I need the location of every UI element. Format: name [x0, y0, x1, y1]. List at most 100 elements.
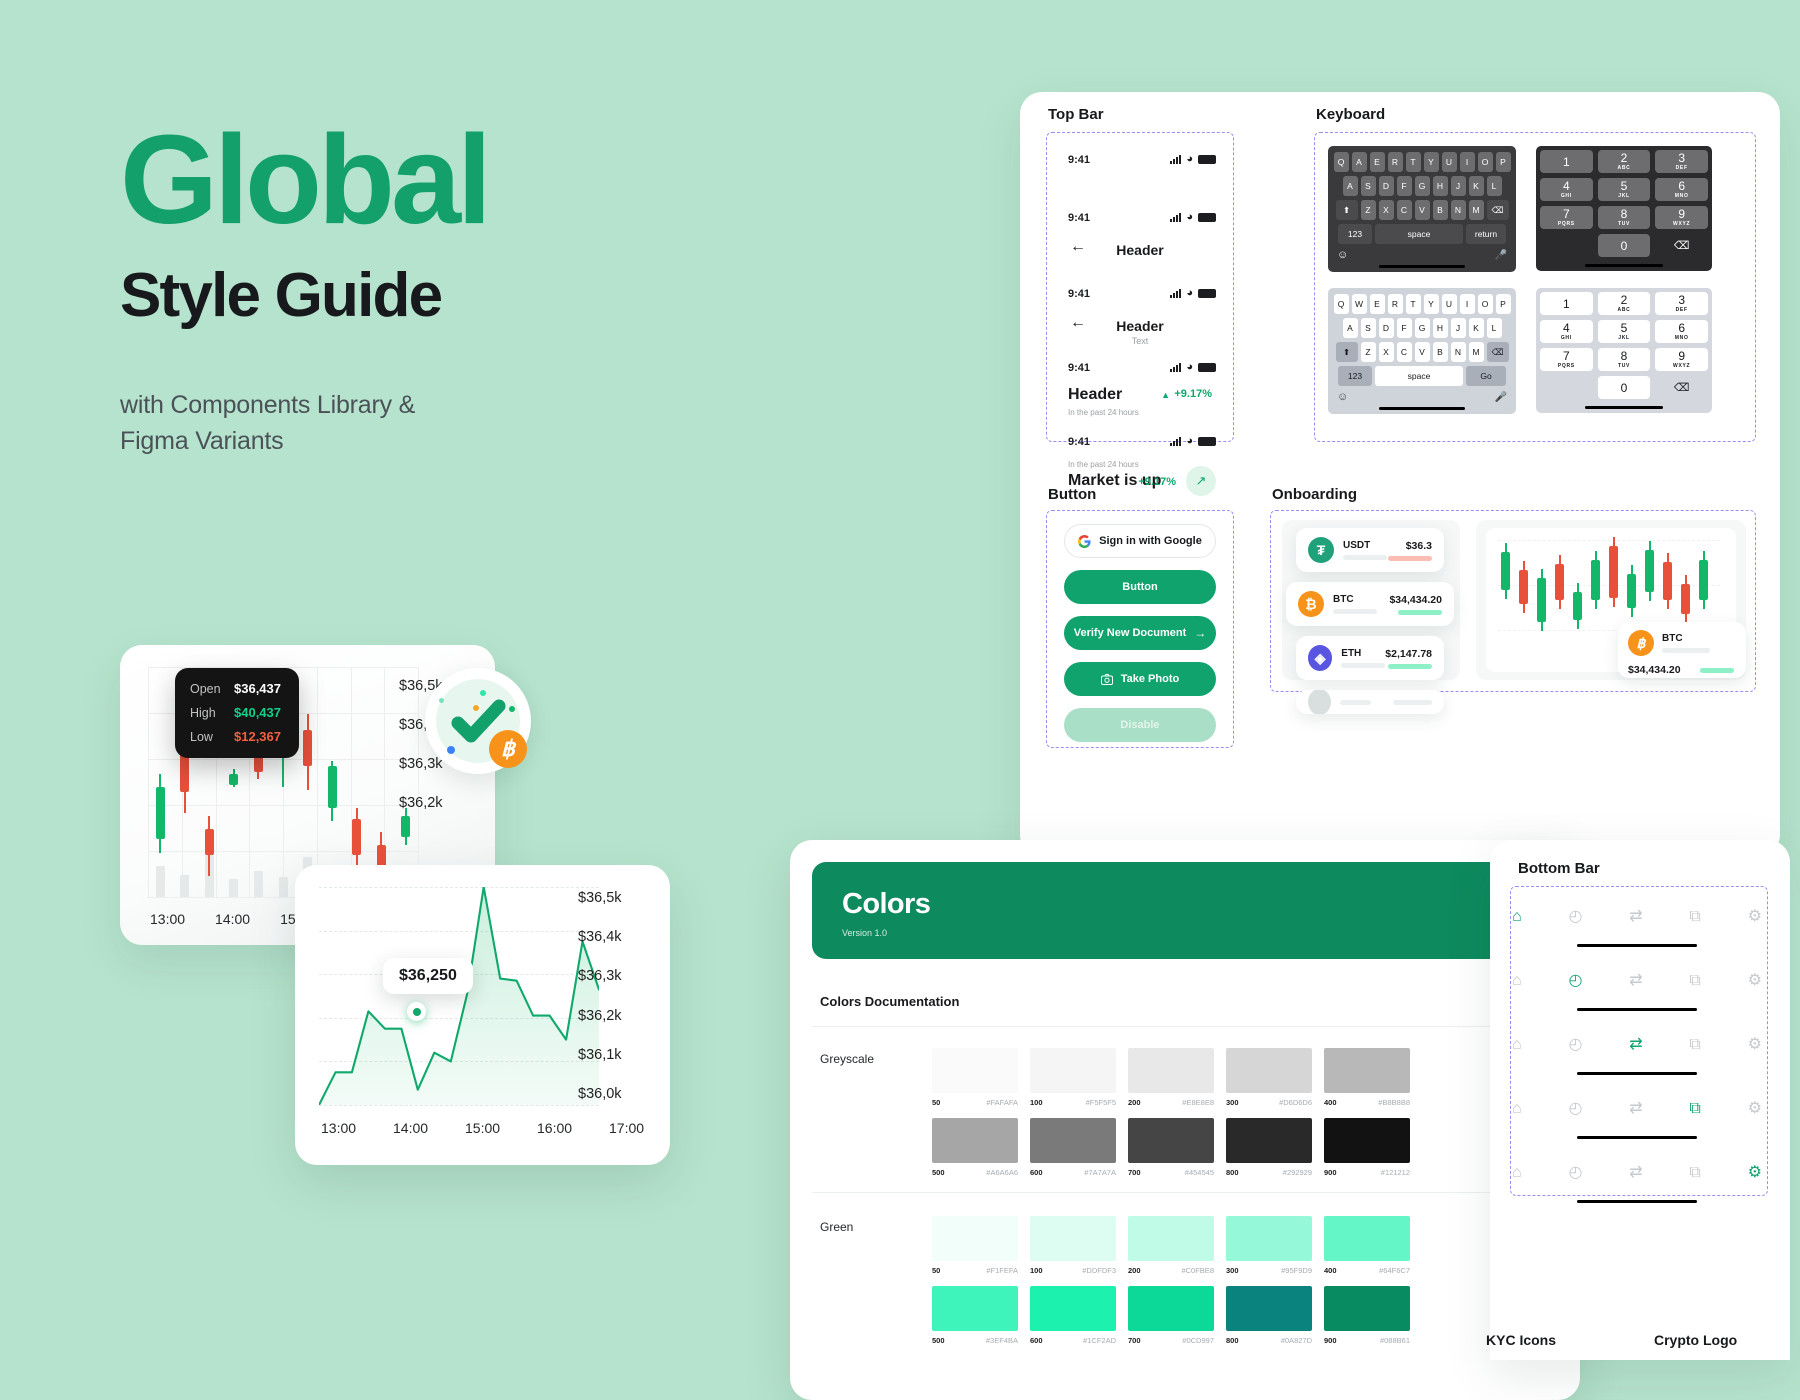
numpad-key-2[interactable]: 2 ABC	[1597, 292, 1651, 315]
swap-icon[interactable]: ⇄	[1629, 909, 1642, 925]
emoji-icon[interactable]: ☺	[1337, 391, 1348, 403]
home-icon[interactable]: ⌂	[1512, 1101, 1522, 1117]
microphone-icon[interactable]: 🎤	[1495, 250, 1507, 261]
key-Y[interactable]: Y	[1423, 294, 1439, 314]
key-return[interactable]: return	[1466, 224, 1506, 244]
color-swatch[interactable]: 900 #121212	[1324, 1118, 1410, 1177]
color-swatch[interactable]: 700 #0CD997	[1128, 1286, 1214, 1345]
key-O[interactable]: O	[1477, 152, 1493, 172]
key-F[interactable]: F	[1396, 176, 1412, 196]
key-Q[interactable]: Q	[1333, 152, 1349, 172]
keyboard[interactable]: Q W E R T Y U I O P A S D F G H J K L ⬆ Z X C V B N M ⌫ 123 space Go ☺ 🎤	[1328, 288, 1516, 414]
numpad-key-7[interactable]: 7 PQRS	[1540, 206, 1593, 229]
color-swatch[interactable]: 600 #7A7A7A	[1030, 1118, 1116, 1177]
color-swatch[interactable]: 300 #95F9D9	[1226, 1216, 1312, 1275]
shift-icon[interactable]: ⬆	[1335, 200, 1358, 220]
clock-icon[interactable]: ◴	[1568, 1101, 1582, 1117]
key-U[interactable]: U	[1441, 152, 1457, 172]
key-G[interactable]: G	[1414, 176, 1430, 196]
key-H[interactable]: H	[1432, 318, 1448, 338]
key-E[interactable]: E	[1369, 152, 1385, 172]
asset-row[interactable]: ₮ USDT $36.3	[1296, 528, 1444, 572]
primary-button[interactable]: Button	[1064, 570, 1216, 604]
asset-row[interactable]: ◈ ETH $2,147.78	[1296, 636, 1444, 680]
clock-icon[interactable]: ◴	[1568, 1165, 1582, 1181]
home-icon[interactable]: ⌂	[1512, 1037, 1522, 1053]
key-I[interactable]: I	[1459, 152, 1475, 172]
key-J[interactable]: J	[1450, 318, 1466, 338]
key-W[interactable]: W	[1351, 294, 1367, 314]
take-photo-button[interactable]: Take Photo	[1064, 662, 1216, 696]
numpad-key-8[interactable]: 8 TUV	[1597, 348, 1651, 371]
key-D[interactable]: D	[1378, 176, 1394, 196]
color-swatch[interactable]: 200 #C0FBE8	[1128, 1216, 1214, 1275]
numpad-key-1[interactable]: 1	[1540, 150, 1593, 173]
key-S[interactable]: S	[1360, 318, 1376, 338]
numpad-key-7[interactable]: 7 PQRS	[1540, 348, 1593, 371]
key-M[interactable]: M	[1468, 200, 1484, 220]
numpad-key-0[interactable]: 0	[1597, 376, 1651, 399]
chart-icon[interactable]: ⧉	[1689, 973, 1700, 989]
color-swatch[interactable]: 600 #1CF2AD	[1030, 1286, 1116, 1345]
key-Z[interactable]: Z	[1360, 200, 1376, 220]
backspace-icon[interactable]: ⌫	[1486, 342, 1509, 362]
keyboard[interactable]: Q A E R T Y U I O P A S D F G H J K L ⬆ Z X C V B N M ⌫ 123 space retu…	[1328, 146, 1516, 272]
swap-icon[interactable]: ⇄	[1629, 1037, 1642, 1053]
asset-row[interactable]: ₿ BTC $34,434.20	[1286, 582, 1454, 626]
color-swatch[interactable]: 300 #D6D6D6	[1226, 1048, 1312, 1107]
color-swatch[interactable]: 100 #DDFDF3	[1030, 1216, 1116, 1275]
gear-icon[interactable]: ⚙	[1748, 909, 1762, 925]
key-A[interactable]: A	[1342, 318, 1358, 338]
numpad-key-6[interactable]: 6 MNO	[1655, 320, 1708, 343]
backspace-icon[interactable]: ⌫	[1655, 376, 1708, 399]
key-S[interactable]: S	[1360, 176, 1376, 196]
numeric-keypad[interactable]: 1 2 ABC 3 DEF 4 GHI 5 JKL 6 MNO 7 PQRS 8 TUV 9 WXYZ 0 ⌫	[1536, 146, 1712, 271]
chart-icon[interactable]: ⧉	[1689, 1165, 1700, 1181]
key-I[interactable]: I	[1459, 294, 1475, 314]
clock-icon[interactable]: ◴	[1568, 1037, 1582, 1053]
key-D[interactable]: D	[1378, 318, 1394, 338]
clock-icon[interactable]: ◴	[1568, 909, 1582, 925]
color-swatch[interactable]: 900 #088B61	[1324, 1286, 1410, 1345]
color-swatch[interactable]: 50 #F1FEFA	[932, 1216, 1018, 1275]
color-swatch[interactable]: 200 #E8E8E8	[1128, 1048, 1214, 1107]
numpad-key-5[interactable]: 5 JKL	[1597, 320, 1651, 343]
key-P[interactable]: P	[1495, 152, 1511, 172]
key-T[interactable]: T	[1405, 152, 1421, 172]
numpad-key-3[interactable]: 3 DEF	[1655, 150, 1708, 173]
numpad-key-8[interactable]: 8 TUV	[1597, 206, 1651, 229]
color-swatch[interactable]: 500 #3EF4BA	[932, 1286, 1018, 1345]
numpad-key-9[interactable]: 9 WXYZ	[1655, 206, 1708, 229]
key-L[interactable]: L	[1486, 176, 1502, 196]
key-H[interactable]: H	[1432, 176, 1448, 196]
key-C[interactable]: C	[1396, 200, 1412, 220]
key-F[interactable]: F	[1396, 318, 1412, 338]
color-swatch[interactable]: 800 #0A827D	[1226, 1286, 1312, 1345]
key-Z[interactable]: Z	[1360, 342, 1376, 362]
numpad-key-9[interactable]: 9 WXYZ	[1655, 348, 1708, 371]
key-X[interactable]: X	[1378, 342, 1394, 362]
numpad-key-5[interactable]: 5 JKL	[1597, 178, 1651, 201]
numpad-key-4[interactable]: 4 GHI	[1540, 320, 1593, 343]
key-N[interactable]: N	[1450, 342, 1466, 362]
key-A[interactable]: A	[1351, 152, 1367, 172]
key-B[interactable]: B	[1432, 342, 1448, 362]
gear-icon[interactable]: ⚙	[1748, 1037, 1762, 1053]
color-swatch[interactable]: 50 #FAFAFA	[932, 1048, 1018, 1107]
verify-new-document-button[interactable]: Verify New Document →	[1064, 616, 1216, 650]
chart-icon[interactable]: ⧉	[1689, 909, 1700, 925]
key-X[interactable]: X	[1378, 200, 1394, 220]
numpad-key-3[interactable]: 3 DEF	[1655, 292, 1708, 315]
key-K[interactable]: K	[1468, 176, 1484, 196]
color-swatch[interactable]: 700 #454545	[1128, 1118, 1214, 1177]
key-numeric-toggle[interactable]: 123	[1338, 366, 1372, 386]
key-Q[interactable]: Q	[1333, 294, 1349, 314]
numeric-keypad[interactable]: 1 2 ABC 3 DEF 4 GHI 5 JKL 6 MNO 7 PQRS 8 TUV 9 WXYZ 0 ⌫	[1536, 288, 1712, 413]
swap-icon[interactable]: ⇄	[1629, 1101, 1642, 1117]
key-O[interactable]: O	[1477, 294, 1493, 314]
color-swatch[interactable]: 400 #B8B8B8	[1324, 1048, 1410, 1107]
key-N[interactable]: N	[1450, 200, 1466, 220]
numpad-key-6[interactable]: 6 MNO	[1655, 178, 1708, 201]
swap-icon[interactable]: ⇄	[1629, 973, 1642, 989]
key-numeric-toggle[interactable]: 123	[1338, 224, 1372, 244]
